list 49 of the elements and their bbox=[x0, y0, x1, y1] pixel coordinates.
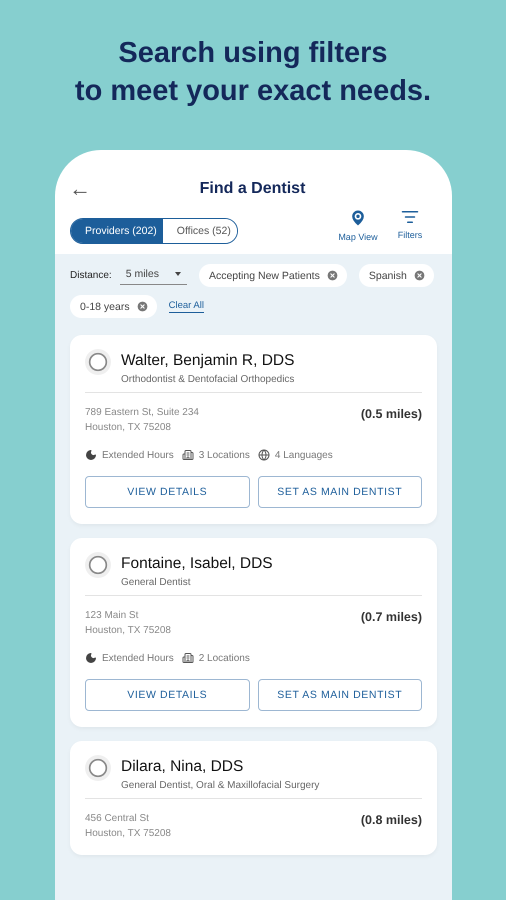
headline: Search using filters bbox=[118, 36, 388, 71]
avatar-icon bbox=[85, 552, 111, 578]
feature-label: 2 Locations bbox=[198, 652, 250, 664]
provider-specialty: General Dentist, Oral & Maxillofacial Surgery bbox=[121, 780, 320, 791]
provider-specialty: Orthodontist & Dentofacial Orthopedics bbox=[121, 374, 294, 385]
filter-icon bbox=[401, 208, 419, 226]
avatar-icon bbox=[85, 349, 111, 375]
address-line: 789 Eastern St, Suite 234 bbox=[85, 407, 199, 418]
action-label[interactable]: Map View bbox=[338, 232, 378, 242]
avatar-icon bbox=[85, 755, 111, 781]
remove-icon[interactable] bbox=[326, 269, 339, 282]
provider-name: Fontaine, Isabel, DDS bbox=[121, 555, 273, 573]
address-line: Houston, TX 75208 bbox=[85, 828, 171, 839]
globe-icon bbox=[258, 449, 270, 461]
tab[interactable]: Providers (202) bbox=[71, 219, 163, 243]
remove-icon[interactable] bbox=[136, 300, 149, 313]
headline: to meet your exact needs. bbox=[74, 74, 432, 109]
moon-icon bbox=[85, 449, 97, 461]
moon-icon bbox=[85, 652, 97, 664]
address-line: 456 Central St bbox=[85, 813, 150, 824]
distance-text: (0.5 miles) bbox=[360, 407, 422, 423]
card-button[interactable]: SET AS MAIN DENTIST bbox=[258, 476, 422, 508]
provider-name: Dilara, Nina, DDS bbox=[121, 758, 244, 776]
screen-title: Find a Dentist bbox=[198, 180, 306, 198]
feature-label: 4 Languages bbox=[274, 450, 333, 460]
back-button[interactable]: ← bbox=[69, 176, 93, 202]
address-line: Houston, TX 75208 bbox=[85, 625, 171, 636]
provider-specialty: General Dentist bbox=[121, 577, 192, 588]
address-line: Houston, TX 75208 bbox=[85, 422, 172, 433]
card-button[interactable]: VIEW DETAILS bbox=[85, 476, 250, 508]
card-button[interactable]: SET AS MAIN DENTIST bbox=[258, 679, 422, 711]
feature-label: 3 Locations bbox=[198, 450, 250, 460]
distance-text: (0.8 miles) bbox=[360, 813, 422, 829]
building-icon bbox=[182, 652, 194, 664]
feature-label: Extended Hours bbox=[102, 450, 174, 460]
building-icon bbox=[182, 449, 194, 461]
filter-chip[interactable]: Accepting New Patients bbox=[198, 264, 347, 287]
card-button[interactable]: VIEW DETAILS bbox=[85, 679, 250, 711]
feature-label: Extended Hours bbox=[102, 652, 174, 664]
distance-dropdown[interactable]: 5 miles bbox=[120, 266, 187, 285]
address-line: 123 Main St bbox=[85, 610, 140, 621]
provider-name: Walter, Benjamin R, DDS bbox=[121, 352, 294, 370]
filter-chip[interactable]: 0-18 years bbox=[70, 295, 157, 318]
remove-icon[interactable] bbox=[412, 269, 426, 282]
action-label[interactable]: Filters bbox=[398, 230, 422, 240]
clear-all-link[interactable]: Clear All bbox=[168, 300, 204, 313]
distance-text: (0.7 miles) bbox=[360, 610, 422, 626]
filter-chip[interactable]: Spanish bbox=[358, 264, 434, 287]
distance-label: Distance: bbox=[70, 270, 112, 281]
